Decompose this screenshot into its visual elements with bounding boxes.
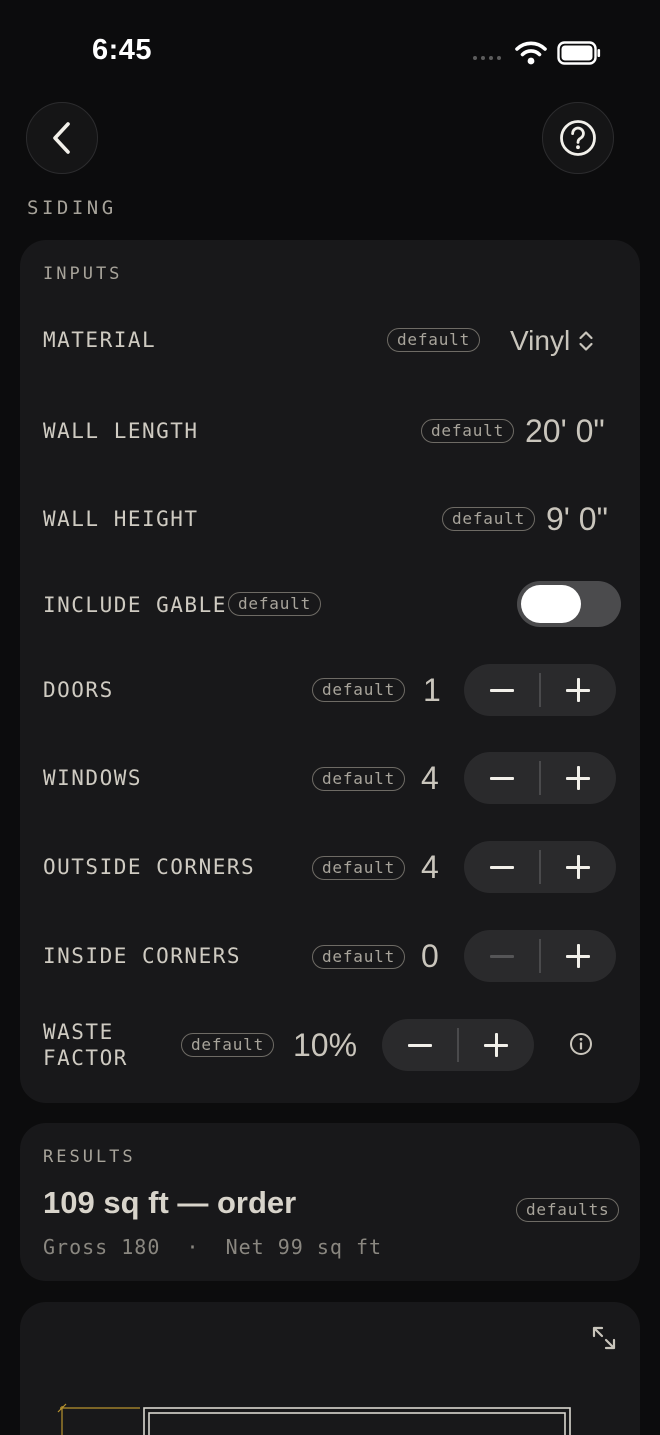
include-gable-default-badge: default bbox=[228, 592, 322, 616]
question-circle-icon bbox=[560, 120, 596, 156]
waste-factor-stepper bbox=[382, 1019, 534, 1071]
inputs-card: INPUTS MATERIAL default Vinyl WALL LENGT… bbox=[20, 240, 640, 1103]
waste-factor-default-badge: default bbox=[181, 1033, 275, 1057]
windows-increment-button[interactable] bbox=[541, 752, 616, 804]
wall-diagram-card bbox=[20, 1302, 640, 1435]
help-button[interactable] bbox=[542, 102, 614, 174]
wall-diagram bbox=[57, 1403, 571, 1435]
toggle-knob bbox=[521, 585, 581, 623]
include-gable-toggle[interactable] bbox=[517, 581, 621, 627]
minus-icon bbox=[489, 678, 514, 702]
results-card: RESULTS 109 sq ft — order defaults Gross… bbox=[20, 1123, 640, 1281]
material-label: MATERIAL bbox=[43, 328, 157, 352]
wifi-icon bbox=[515, 41, 547, 65]
results-defaults-badge: defaults bbox=[516, 1198, 620, 1222]
wall-height-label: WALL HEIGHT bbox=[43, 507, 199, 531]
waste-factor-label-line2: FACTOR bbox=[43, 1046, 128, 1070]
doors-decrement-button[interactable] bbox=[464, 664, 539, 716]
results-section-label: RESULTS bbox=[43, 1147, 136, 1167]
plus-icon bbox=[566, 766, 591, 790]
plus-icon bbox=[566, 944, 591, 968]
outside-corners-default-badge: default bbox=[312, 856, 406, 880]
doors-default-badge: default bbox=[312, 678, 406, 702]
material-value: Vinyl bbox=[510, 325, 571, 356]
outside-corners-stepper bbox=[464, 841, 616, 893]
inside-corners-default-badge: default bbox=[312, 945, 406, 969]
windows-value: 4 bbox=[421, 760, 439, 796]
inside-corners-increment-button[interactable] bbox=[541, 930, 616, 982]
inside-corners-label: INSIDE CORNERS bbox=[43, 944, 242, 968]
waste-factor-label: WASTE FACTOR bbox=[43, 1019, 128, 1071]
windows-default-badge: default bbox=[312, 767, 406, 791]
doors-value: 1 bbox=[423, 672, 441, 708]
results-detail: Gross 180 · Net 99 sq ft bbox=[43, 1235, 383, 1259]
wall-height-value[interactable]: 9' 0" bbox=[546, 501, 608, 537]
outside-corners-value: 4 bbox=[421, 849, 439, 885]
waste-factor-increment-button[interactable] bbox=[459, 1019, 534, 1071]
status-time: 6:45 bbox=[92, 34, 153, 66]
chevron-left-icon bbox=[53, 122, 70, 154]
wall-length-value[interactable]: 20' 0" bbox=[525, 413, 605, 449]
plus-icon bbox=[566, 855, 591, 879]
inside-corners-value: 0 bbox=[421, 938, 439, 974]
windows-decrement-button[interactable] bbox=[464, 752, 539, 804]
info-circle-icon[interactable] bbox=[569, 1032, 593, 1056]
minus-icon bbox=[489, 944, 514, 968]
results-headline: 109 sq ft — order bbox=[43, 1185, 297, 1220]
outside-corners-decrement-button[interactable] bbox=[464, 841, 539, 893]
inputs-section-label: INPUTS bbox=[43, 264, 123, 284]
minus-icon bbox=[407, 1033, 432, 1057]
inside-corners-stepper bbox=[464, 930, 616, 982]
doors-increment-button[interactable] bbox=[541, 664, 616, 716]
waste-factor-decrement-button[interactable] bbox=[382, 1019, 457, 1071]
inside-corners-decrement-button[interactable] bbox=[464, 930, 539, 982]
chevron-up-down-icon bbox=[579, 331, 593, 351]
material-select[interactable]: Vinyl bbox=[510, 323, 594, 359]
minus-icon bbox=[489, 855, 514, 879]
plus-icon bbox=[484, 1033, 509, 1057]
doors-stepper bbox=[464, 664, 616, 716]
page-title: SIDING bbox=[27, 197, 117, 219]
wall-length-default-badge: default bbox=[421, 419, 515, 443]
windows-stepper bbox=[464, 752, 616, 804]
waste-factor-value: 10% bbox=[293, 1027, 358, 1063]
waste-factor-label-line1: WASTE bbox=[43, 1020, 114, 1044]
outside-corners-increment-button[interactable] bbox=[541, 841, 616, 893]
back-button[interactable] bbox=[26, 102, 98, 174]
wall-length-label: WALL LENGTH bbox=[43, 419, 199, 443]
windows-label: WINDOWS bbox=[43, 766, 143, 790]
minus-icon bbox=[489, 766, 514, 790]
outside-corners-label: OUTSIDE CORNERS bbox=[43, 855, 256, 879]
battery-icon bbox=[557, 41, 601, 65]
include-gable-label: INCLUDE GABLE bbox=[43, 593, 227, 617]
expand-arrows-icon[interactable] bbox=[590, 1324, 618, 1352]
wall-height-default-badge: default bbox=[442, 507, 536, 531]
cellular-signal-icon bbox=[473, 56, 501, 60]
plus-icon bbox=[566, 678, 591, 702]
doors-label: DOORS bbox=[43, 678, 114, 702]
material-default-badge: default bbox=[387, 328, 481, 352]
